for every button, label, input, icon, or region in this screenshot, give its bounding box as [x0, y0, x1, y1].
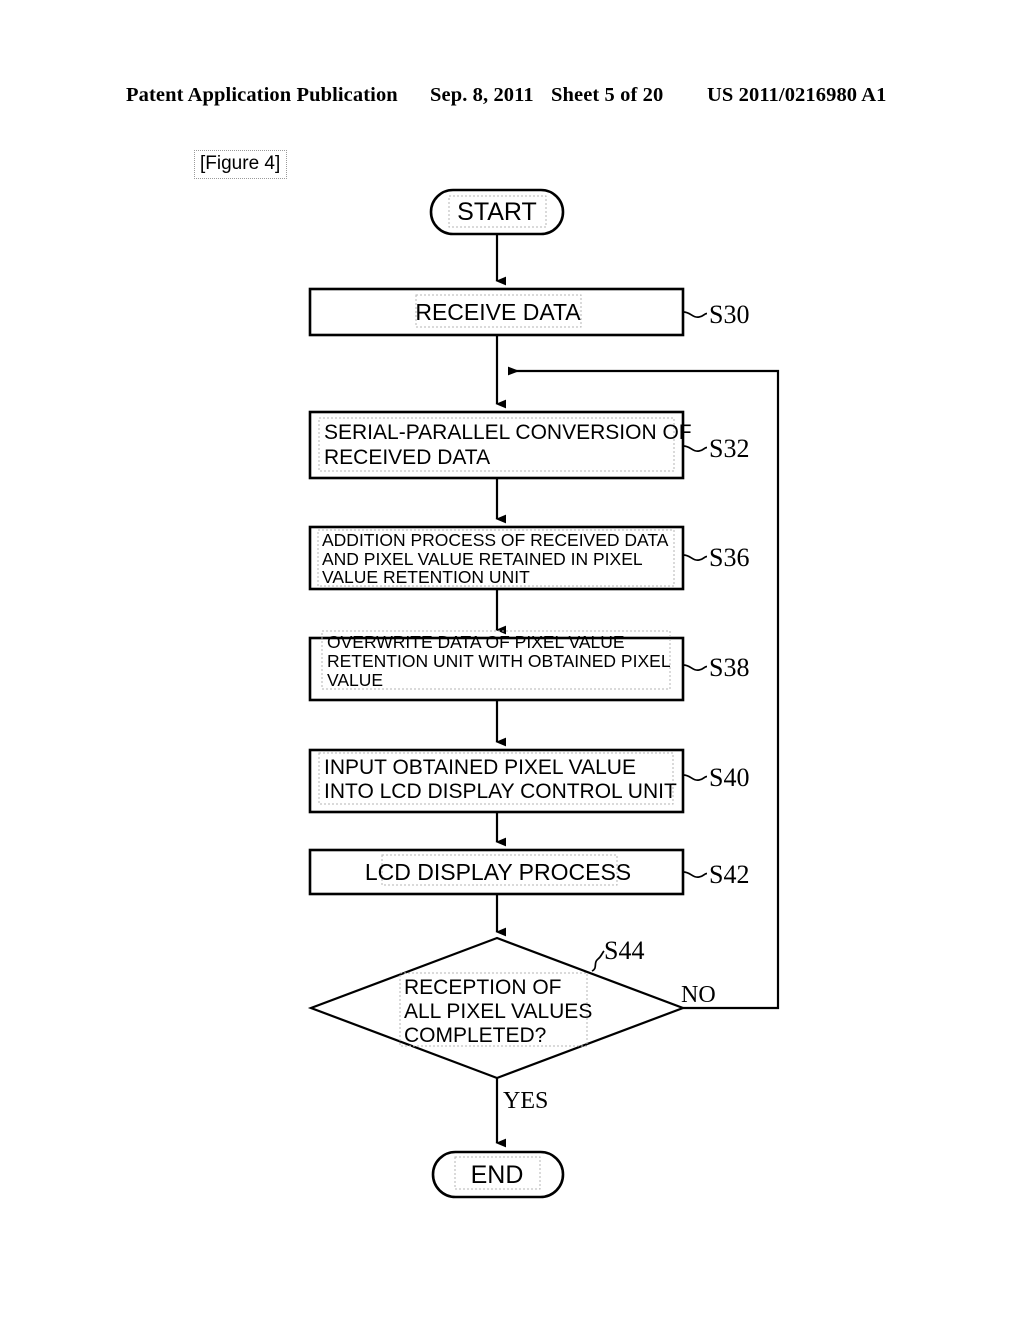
s38-line-3: VALUE [327, 670, 383, 690]
s36-leader [682, 554, 708, 561]
s38-leader [682, 664, 708, 671]
node-s38: OVERWRITE DATA OF PIXEL VALUE RETENTION … [308, 630, 749, 702]
s36-line-1: ADDITION PROCESS OF RECEIVED DATA [322, 530, 669, 550]
s42-step-label: S42 [709, 860, 749, 889]
s32-line-1: SERIAL-PARALLEL CONVERSION OF [324, 421, 692, 444]
s30-line-1: RECEIVE DATA [415, 299, 581, 325]
node-s42: LCD DISPLAY PROCESS S42 [308, 848, 749, 896]
s36-line-3: VALUE RETENTION UNIT [322, 567, 530, 587]
s40-line-2: INTO LCD DISPLAY CONTROL UNIT [324, 780, 677, 803]
s40-leader [682, 774, 708, 781]
s30-step-label: S30 [709, 300, 749, 329]
s32-step-label: S32 [709, 434, 749, 463]
node-s30: RECEIVE DATA S30 [308, 287, 749, 337]
node-s32: SERIAL-PARALLEL CONVERSION OF RECEIVED D… [308, 410, 749, 480]
s32-leader [682, 445, 708, 452]
flowchart-diagram: START RECEIVE DATA S30 SERIAL-PARALLEL C… [307, 188, 780, 1199]
s42-line-1: LCD DISPLAY PROCESS [365, 859, 631, 885]
node-s44: RECEPTION OF ALL PIXEL VALUES COMPLETED?… [307, 936, 687, 1080]
s38-step-label: S38 [709, 653, 749, 682]
node-start: START [429, 188, 565, 236]
s44-step-label: S44 [604, 936, 644, 965]
s44-line-3: COMPLETED? [404, 1024, 546, 1047]
s36-step-label: S36 [709, 543, 749, 572]
s42-leader [682, 871, 708, 878]
end-label: END [471, 1161, 524, 1189]
start-label: START [457, 198, 537, 226]
branch-label-no: NO [681, 982, 716, 1008]
s38-line-1: OVERWRITE DATA OF PIXEL VALUE [327, 632, 625, 652]
s36-line-2: AND PIXEL VALUE RETAINED IN PIXEL [322, 549, 643, 569]
s32-line-2: RECEIVED DATA [324, 446, 490, 469]
node-end: END [431, 1150, 565, 1199]
s40-line-1: INPUT OBTAINED PIXEL VALUE [324, 756, 636, 779]
node-s40: INPUT OBTAINED PIXEL VALUE INTO LCD DISP… [308, 748, 749, 814]
s38-line-2: RETENTION UNIT WITH OBTAINED PIXEL [327, 651, 671, 671]
s44-leader [591, 950, 605, 972]
node-s36: ADDITION PROCESS OF RECEIVED DATA AND PI… [308, 525, 749, 591]
s30-leader [682, 311, 708, 318]
branch-label-yes: YES [503, 1088, 548, 1114]
s40-step-label: S40 [709, 763, 749, 792]
s44-line-2: ALL PIXEL VALUES [404, 1000, 592, 1023]
s44-line-1: RECEPTION OF [404, 976, 562, 999]
